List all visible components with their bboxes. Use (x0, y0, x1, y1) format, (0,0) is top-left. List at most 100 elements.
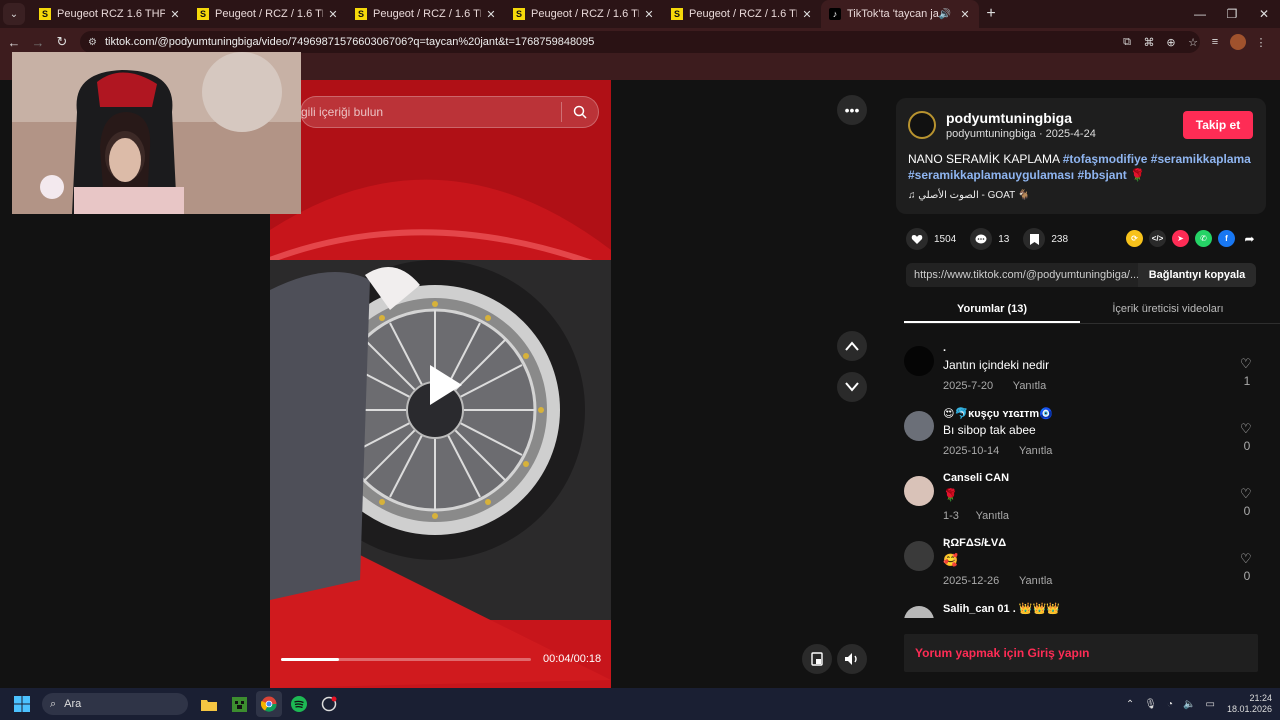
comment-avatar[interactable] (904, 541, 934, 571)
comment-author[interactable]: Canseli CAN (943, 472, 1009, 484)
zoom-icon[interactable]: ⊕ (1160, 36, 1182, 49)
reply-button[interactable]: Yanıtla (1019, 445, 1052, 457)
close-tab-icon[interactable]: ✕ (169, 8, 181, 21)
hashtag-link[interactable]: #tofaşmodifiye (1063, 152, 1148, 166)
video-search-box[interactable]: gili içeriği bulun (300, 96, 599, 128)
profile-avatar[interactable] (1230, 34, 1246, 50)
speaker-icon[interactable]: 🔈 (1183, 699, 1195, 710)
search-icon[interactable] (562, 105, 598, 119)
creator-username[interactable]: podyumtuningbiga (946, 110, 1072, 126)
spotify-icon[interactable] (286, 691, 312, 717)
close-tab-icon[interactable]: ✕ (959, 8, 971, 21)
comment-button[interactable]: 13 (970, 228, 1009, 250)
translate-icon[interactable]: ⌘ (1138, 36, 1160, 49)
tab-creator-videos[interactable]: İçerik üreticisi videoları (1080, 298, 1256, 323)
next-video-button[interactable] (837, 372, 867, 402)
close-tab-icon[interactable]: ✕ (801, 8, 813, 21)
hashtag-link[interactable]: #seramikkaplamauygulaması (908, 168, 1074, 182)
save-button[interactable]: 238 (1023, 228, 1068, 250)
browser-tab[interactable]: S Peugeot RCZ 1.6 THP Yearling ✕ (31, 0, 189, 28)
reading-list-icon[interactable]: ≡ (1204, 36, 1226, 48)
reload-button[interactable]: ↻ (50, 34, 74, 50)
close-tab-icon[interactable]: ✕ (327, 8, 339, 21)
comment-avatar[interactable] (904, 476, 934, 506)
copy-link-button[interactable]: Bağlantıyı kopyala (1138, 263, 1256, 287)
comment-avatar[interactable] (904, 411, 934, 441)
chevron-up-icon[interactable]: ⌃ (1126, 699, 1134, 710)
windows-start-icon[interactable] (6, 688, 38, 720)
site-favicon-icon: S (671, 8, 683, 20)
comment-like-icon[interactable]: ♡ (1240, 486, 1252, 502)
browser-tab[interactable]: ♪ TikTok'ta 'taycan jant' bulab🔊 ✕ (821, 0, 979, 28)
whatsapp-icon[interactable]: ✆ (1195, 230, 1212, 247)
comment-like-icon[interactable]: ♡ (1240, 356, 1252, 372)
more-options-icon[interactable]: ••• (837, 95, 867, 125)
browser-tab[interactable]: S Peugeot / RCZ / 1.6 THP / Yearli ✕ (189, 0, 347, 28)
like-button[interactable]: 1504 (906, 228, 956, 250)
embed-icon[interactable]: </> (1149, 230, 1166, 247)
comment-author[interactable]: ƦΩFΔS/ŁVΔ (943, 537, 1006, 549)
close-tab-icon[interactable]: ✕ (485, 8, 497, 21)
repost-icon[interactable]: ⟳ (1126, 230, 1143, 247)
music-link[interactable]: ♫ الصوت الأصلي - GOAT 🐐 (908, 190, 1030, 201)
file-explorer-icon[interactable] (196, 691, 222, 717)
browser-tab[interactable]: S Peugeot / RCZ / 1.6 THP / Yearli ✕ (505, 0, 663, 28)
taskbar-clock[interactable]: 21:24 18.01.2026 (1227, 693, 1272, 715)
comment-author[interactable]: Salih_can 01 . 👑👑👑 (943, 602, 1060, 615)
close-window-button[interactable]: ✕ (1248, 0, 1280, 28)
address-bar[interactable]: ⚙ tiktok.com/@podyumtuningbiga/video/749… (80, 31, 1200, 53)
microphone-icon[interactable]: 🎙 (1144, 699, 1157, 710)
back-button[interactable]: ← (2, 35, 26, 50)
bookmark-star-icon[interactable]: ☆ (1182, 36, 1204, 49)
send-icon[interactable]: ➤ (1172, 230, 1189, 247)
webcam-image (12, 52, 301, 214)
comment-author[interactable]: . (943, 342, 946, 354)
browser-tab[interactable]: S Peugeot / RCZ / 1.6 THP / Yearli ✕ (663, 0, 821, 28)
share-icon[interactable]: ➦ (1241, 230, 1258, 247)
facebook-icon[interactable]: f (1218, 230, 1235, 247)
share-url[interactable]: https://www.tiktok.com/@podyumtuningbiga… (906, 269, 1138, 281)
comment-author[interactable]: 😍🐬ĸᴜşçᴜ ʏɪɢɪᴛm🧿 (943, 407, 1053, 420)
follow-button[interactable]: Takip et (1183, 111, 1253, 139)
volume-icon[interactable] (837, 644, 867, 674)
install-app-icon[interactable]: ⧉ (1116, 36, 1138, 49)
floating-player-icon[interactable] (802, 644, 832, 674)
comment-like-icon[interactable]: ♡ (1240, 421, 1252, 437)
play-icon[interactable] (422, 362, 468, 408)
close-tab-icon[interactable]: ✕ (643, 8, 655, 21)
share-icons: ⟳ </> ➤ ✆ f ➦ (1120, 230, 1258, 247)
forward-button[interactable]: → (26, 35, 50, 50)
app-icon[interactable] (316, 691, 342, 717)
comment-item: Canseli CAN 🌹 1-3 Yanıtla ♡ 0 (904, 472, 1264, 536)
minimize-button[interactable]: — (1184, 0, 1216, 28)
login-to-comment-button[interactable]: Yorum yapmak için Giriş yapın (904, 634, 1258, 672)
comment-text: Bı sibop tak abee (943, 423, 1036, 437)
hashtag-link[interactable]: #seramikkaplama (1151, 152, 1251, 166)
tab-audio-icon[interactable]: 🔊 (939, 9, 951, 20)
chrome-icon[interactable] (256, 691, 282, 717)
tab-title: Peugeot / RCZ / 1.6 THP / Yearli (373, 8, 481, 20)
tab-search-button[interactable]: ⌄ (3, 3, 25, 25)
wifi-icon[interactable]: ◔ (1167, 699, 1173, 710)
browser-menu-icon[interactable]: ⋮ (1250, 36, 1272, 49)
comment-like-icon[interactable]: ♡ (1240, 551, 1252, 567)
taskbar-search[interactable]: ⌕ Ara (42, 693, 188, 715)
reply-button[interactable]: Yanıtla (1013, 380, 1046, 392)
reply-button[interactable]: Yanıtla (1019, 575, 1052, 587)
previous-video-button[interactable] (837, 331, 867, 361)
taskbar-search-placeholder: Ara (64, 698, 82, 710)
minecraft-icon[interactable] (226, 691, 252, 717)
new-tab-button[interactable]: + (979, 5, 1003, 23)
tab-comments[interactable]: Yorumlar (13) (904, 298, 1080, 323)
battery-icon[interactable]: ▭ (1206, 699, 1215, 710)
creator-avatar[interactable] (908, 111, 936, 139)
comment-avatar[interactable] (904, 346, 934, 376)
comment-avatar[interactable] (904, 606, 934, 618)
restore-button[interactable]: ❐ (1216, 0, 1248, 28)
reply-button[interactable]: Yanıtla (976, 510, 1009, 522)
hashtag-link[interactable]: #bbsjant (1077, 168, 1126, 182)
video-progress-bar[interactable] (281, 658, 531, 661)
site-info-icon[interactable]: ⚙ (88, 37, 97, 48)
browser-tab[interactable]: S Peugeot / RCZ / 1.6 THP / Yearli ✕ (347, 0, 505, 28)
tab-title: Peugeot / RCZ / 1.6 THP / Yearli (215, 8, 323, 20)
